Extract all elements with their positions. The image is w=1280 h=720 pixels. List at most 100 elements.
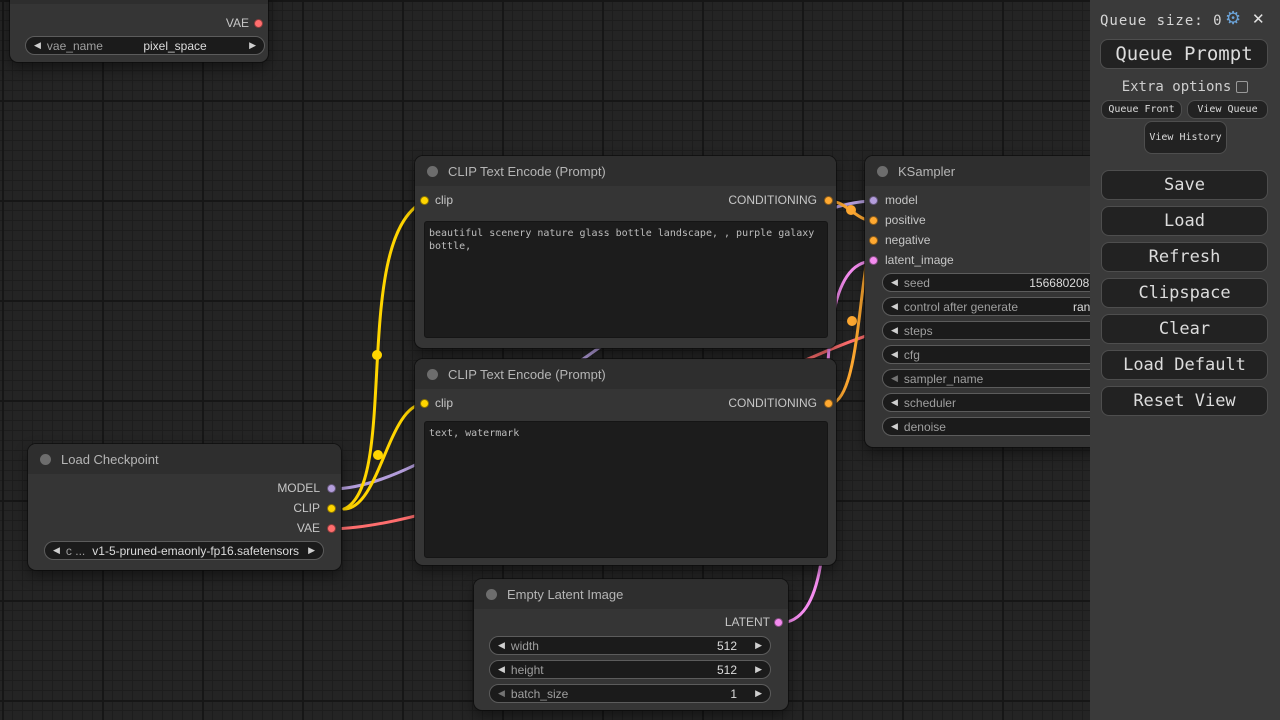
widget-label: batch_size bbox=[510, 686, 569, 701]
output-port-vae[interactable] bbox=[254, 19, 263, 28]
node-vae-loader[interactable]: VAE ◀ vae_name pixel_space ▶ bbox=[10, 0, 268, 62]
load-button[interactable]: Load bbox=[1101, 206, 1268, 236]
node-title: CLIP Text Encode (Prompt) bbox=[448, 163, 606, 179]
collapse-dot[interactable] bbox=[427, 165, 438, 177]
widget-vae-name[interactable]: ◀ vae_name pixel_space ▶ bbox=[25, 36, 265, 55]
node-title: KSampler bbox=[898, 163, 956, 179]
widget-decrement-arrow[interactable]: ◀ bbox=[498, 665, 505, 674]
widget-value[interactable]: 512 bbox=[717, 663, 737, 677]
settings-gear-icon[interactable]: ⚙ bbox=[1225, 8, 1241, 29]
collapse-dot[interactable] bbox=[40, 453, 51, 465]
widget-decrement-arrow[interactable]: ◀ bbox=[891, 350, 898, 359]
node-titlebar[interactable]: Empty Latent Image bbox=[474, 579, 788, 609]
widget-decrement-arrow[interactable]: ◀ bbox=[891, 422, 898, 431]
clipspace-button[interactable]: Clipspace bbox=[1101, 278, 1268, 308]
input-port-negative[interactable] bbox=[869, 236, 878, 245]
widget-decrement-arrow[interactable]: ◀ bbox=[891, 326, 898, 335]
output-label-conditioning: CONDITIONING bbox=[728, 193, 817, 207]
prompt-textarea[interactable]: beautiful scenery nature glass bottle la… bbox=[424, 221, 828, 338]
widget-increment-arrow[interactable]: ▶ bbox=[308, 546, 315, 555]
input-label-positive: positive bbox=[885, 213, 926, 227]
output-port-latent[interactable] bbox=[774, 618, 783, 627]
output-label-vae: VAE bbox=[225, 16, 249, 30]
extra-options-label: Extra options bbox=[1121, 79, 1232, 95]
widget-ckpt-name[interactable]: ◀ c ... v1-5-pruned-emaonly-fp16.safeten… bbox=[44, 541, 324, 560]
node-load-checkpoint[interactable]: Load Checkpoint MODEL CLIP VAE ◀ c ... v… bbox=[28, 444, 341, 570]
input-port-clip[interactable] bbox=[420, 196, 429, 205]
widget-increment-arrow[interactable]: ▶ bbox=[249, 41, 256, 50]
output-label-conditioning: CONDITIONING bbox=[728, 396, 817, 410]
node-title: CLIP Text Encode (Prompt) bbox=[448, 366, 606, 382]
widget-decrement-arrow[interactable]: ◀ bbox=[891, 398, 898, 407]
input-port-model[interactable] bbox=[869, 196, 878, 205]
widget-decrement-arrow[interactable]: ◀ bbox=[34, 41, 41, 50]
widget-batch-size[interactable]: ◀ batch_size 1 ▶ bbox=[489, 684, 771, 703]
collapse-dot[interactable] bbox=[877, 165, 888, 177]
input-port-positive[interactable] bbox=[869, 216, 878, 225]
output-port-vae[interactable] bbox=[327, 524, 336, 533]
output-port-conditioning[interactable] bbox=[824, 399, 833, 408]
clear-button[interactable]: Clear bbox=[1101, 314, 1268, 344]
collapse-dot[interactable] bbox=[427, 368, 438, 380]
widget-label: steps bbox=[903, 323, 933, 338]
close-icon[interactable]: ✕ bbox=[1252, 10, 1265, 28]
queue-prompt-button[interactable]: Queue Prompt bbox=[1100, 39, 1268, 69]
output-port-model[interactable] bbox=[327, 484, 336, 493]
output-port-clip[interactable] bbox=[327, 504, 336, 513]
widget-increment-arrow[interactable]: ▶ bbox=[755, 665, 762, 674]
widget-increment-arrow[interactable]: ▶ bbox=[755, 641, 762, 650]
node-clip-text-encode-negative[interactable]: CLIP Text Encode (Prompt) clip CONDITION… bbox=[415, 359, 836, 565]
widget-label: c ... bbox=[65, 543, 86, 558]
node-titlebar[interactable] bbox=[10, 0, 268, 4]
comfy-menu: Queue size: 0 ⚙ ✕ Queue Prompt Extra opt… bbox=[1090, 0, 1280, 720]
widget-label: denoise bbox=[903, 419, 946, 434]
node-titlebar[interactable]: Load Checkpoint bbox=[28, 444, 341, 474]
link-dot[interactable] bbox=[846, 205, 856, 215]
queue-front-button[interactable]: Queue Front bbox=[1101, 100, 1182, 119]
input-label-clip: clip bbox=[435, 396, 454, 410]
output-port-conditioning[interactable] bbox=[824, 196, 833, 205]
widget-decrement-arrow[interactable]: ◀ bbox=[891, 278, 898, 287]
widget-value[interactable]: 1566802087 bbox=[1029, 276, 1096, 290]
node-titlebar[interactable]: CLIP Text Encode (Prompt) bbox=[415, 359, 836, 389]
link-dot[interactable] bbox=[847, 316, 857, 326]
view-history-button[interactable]: View History bbox=[1144, 121, 1227, 154]
load-default-button[interactable]: Load Default bbox=[1101, 350, 1268, 380]
link-dot[interactable] bbox=[372, 350, 382, 360]
widget-label: scheduler bbox=[903, 395, 956, 410]
widget-decrement-arrow[interactable]: ◀ bbox=[498, 689, 505, 698]
widget-decrement-arrow[interactable]: ◀ bbox=[891, 374, 898, 383]
input-port-clip[interactable] bbox=[420, 399, 429, 408]
refresh-button[interactable]: Refresh bbox=[1101, 242, 1268, 272]
widget-width[interactable]: ◀ width 512 ▶ bbox=[489, 636, 771, 655]
widget-label: vae_name bbox=[46, 38, 103, 53]
widget-label: width bbox=[510, 638, 539, 653]
node-titlebar[interactable]: CLIP Text Encode (Prompt) bbox=[415, 156, 836, 186]
widget-value[interactable]: 512 bbox=[717, 639, 737, 653]
node-graph-canvas[interactable]: VAE ◀ vae_name pixel_space ▶ Load Checkp… bbox=[0, 0, 1280, 720]
view-queue-button[interactable]: View Queue bbox=[1187, 100, 1268, 119]
widget-label: seed bbox=[903, 275, 930, 290]
link-dot[interactable] bbox=[373, 450, 383, 460]
node-clip-text-encode-positive[interactable]: CLIP Text Encode (Prompt) clip CONDITION… bbox=[415, 156, 836, 348]
save-button[interactable]: Save bbox=[1101, 170, 1268, 200]
node-empty-latent-image[interactable]: Empty Latent Image LATENT ◀ width 512 ▶ … bbox=[474, 579, 788, 710]
widget-decrement-arrow[interactable]: ◀ bbox=[498, 641, 505, 650]
queue-size-label: Queue size: 0 bbox=[1100, 13, 1223, 29]
input-port-latent-image[interactable] bbox=[869, 256, 878, 265]
collapse-dot[interactable] bbox=[486, 588, 497, 600]
output-label-model: MODEL bbox=[277, 481, 320, 495]
widget-label: sampler_name bbox=[903, 371, 984, 386]
widget-value[interactable]: v1-5-pruned-emaonly-fp16.safetensors bbox=[91, 544, 300, 558]
widget-increment-arrow[interactable]: ▶ bbox=[755, 689, 762, 698]
reset-view-button[interactable]: Reset View bbox=[1101, 386, 1268, 416]
output-label-clip: CLIP bbox=[293, 501, 320, 515]
widget-value[interactable]: 1 bbox=[730, 687, 737, 701]
widget-decrement-arrow[interactable]: ◀ bbox=[891, 302, 898, 311]
prompt-textarea[interactable]: text, watermark bbox=[424, 421, 828, 558]
extra-options-checkbox[interactable] bbox=[1236, 81, 1249, 93]
widget-height[interactable]: ◀ height 512 ▶ bbox=[489, 660, 771, 679]
widget-label: cfg bbox=[903, 347, 920, 362]
widget-value[interactable]: pixel_space bbox=[109, 39, 241, 53]
widget-decrement-arrow[interactable]: ◀ bbox=[53, 546, 60, 555]
